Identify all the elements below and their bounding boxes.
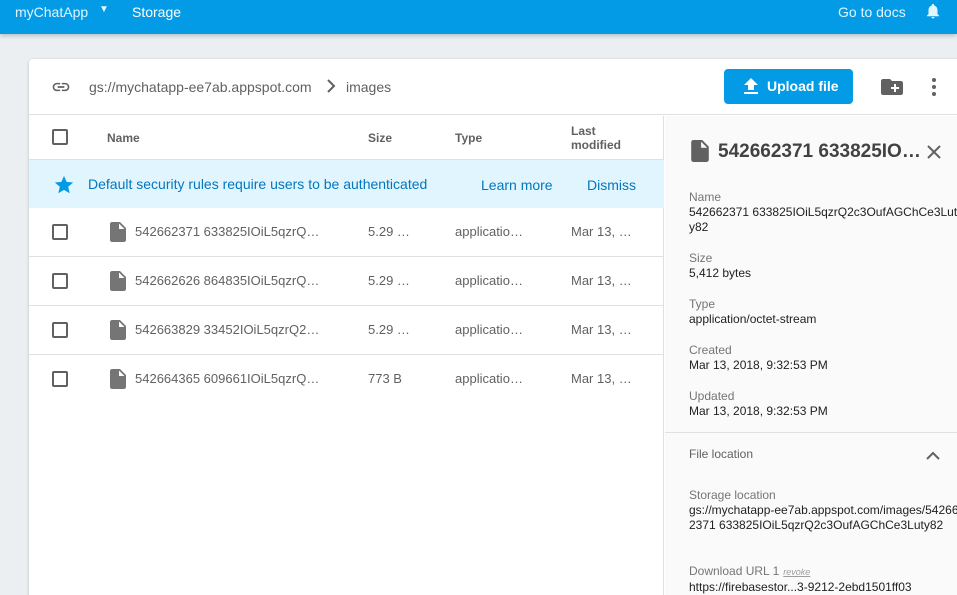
updated-label: Updated — [689, 389, 735, 403]
table-row[interactable]: 542663829 33452IOiL5qzrQ2c3OufAGChCe3Lut… — [29, 306, 664, 355]
file-icon — [691, 140, 709, 162]
breadcrumb-bucket[interactable]: gs://mychatapp-ee7ab.appspot.com — [89, 79, 312, 95]
file-name[interactable]: 542664365 609661IOiL5qzrQ2c3OufAGChCe3Lu… — [135, 371, 320, 386]
bell-icon[interactable] — [924, 2, 942, 20]
dismiss-button[interactable]: Dismiss — [587, 177, 636, 193]
table-header: Name Size Type Last modified — [29, 116, 664, 160]
column-header-name[interactable]: Name — [107, 131, 140, 145]
file-icon — [110, 369, 126, 389]
path-bar: gs://mychatapp-ee7ab.appspot.com images … — [29, 59, 957, 115]
file-size: 5.29 KB — [368, 273, 410, 288]
size-label: Size — [689, 251, 713, 265]
row-checkbox[interactable] — [52, 273, 68, 289]
download-url-value[interactable]: https://firebasestor...3-9212-2ebd1501ff… — [689, 580, 957, 595]
file-type: application/octet-stream — [455, 224, 525, 239]
updated-value: Mar 13, 2018, 9:32:53 PM — [689, 404, 828, 418]
more-options-icon[interactable] — [931, 77, 937, 97]
upload-icon — [744, 78, 758, 94]
link-icon[interactable] — [51, 77, 71, 97]
close-icon[interactable] — [927, 145, 941, 159]
file-type: application/octet-stream — [455, 371, 525, 386]
download-url-label-text: Download URL 1 — [689, 564, 780, 578]
learn-more-link[interactable]: Learn more — [481, 177, 553, 193]
storage-location-value: gs://mychatapp-ee7ab.appspot.com/images/… — [689, 503, 957, 532]
file-modified: Mar 13, 2018 — [571, 322, 635, 337]
file-icon — [110, 271, 126, 291]
row-checkbox[interactable] — [52, 322, 68, 338]
file-detail-panel: 542662371 633825IOiL5qzrQ2c3OufAGChCe3Lu… — [665, 116, 957, 595]
column-header-size[interactable]: Size — [368, 131, 392, 145]
banner-message: Default security rules require users to … — [88, 176, 428, 192]
select-all-checkbox[interactable] — [52, 129, 68, 145]
column-header-type[interactable]: Type — [455, 131, 482, 145]
section-title: Storage — [132, 4, 182, 20]
storage-location-label: Storage location — [689, 488, 776, 502]
file-name[interactable]: 542663829 33452IOiL5qzrQ2c3OufAGChCe3Lut… — [135, 322, 320, 337]
new-folder-icon[interactable] — [881, 78, 903, 96]
project-name[interactable]: myChatApp — [15, 4, 88, 20]
table-row[interactable]: 542662626 864835IOiL5qzrQ2c3OufAGChCe3Lu… — [29, 257, 664, 306]
file-modified: Mar 13, 2018 — [571, 371, 635, 386]
file-modified: Mar 13, 2018 — [571, 273, 635, 288]
download-url-label: Download URL 1 revoke — [689, 564, 810, 578]
file-size: 773 B — [368, 371, 402, 386]
file-icon — [110, 320, 126, 340]
type-label: Type — [689, 297, 716, 311]
go-to-docs-link[interactable]: Go to docs — [838, 4, 906, 20]
detail-title: 542662371 633825IOiL5qzrQ2c3OufAGChCe3Lu… — [718, 141, 923, 162]
file-modified: Mar 13, 2018 — [571, 224, 635, 239]
file-list-pane: Name Size Type Last modified Default sec… — [29, 116, 664, 595]
file-name[interactable]: 542662371 633825IOiL5qzrQ2c3OufAGChCe3Lu… — [135, 224, 320, 239]
security-rules-banner: Default security rules require users to … — [29, 160, 664, 208]
star-icon — [54, 175, 74, 194]
column-header-last-modified[interactable]: Last modified — [571, 124, 627, 152]
row-checkbox[interactable] — [52, 224, 68, 240]
created-value: Mar 13, 2018, 9:32:53 PM — [689, 358, 828, 372]
row-checkbox[interactable] — [52, 371, 68, 387]
name-value: 542662371 633825IOiL5qzrQ2c3OufAGChCe3Lu… — [689, 205, 957, 234]
top-app-bar: myChatApp ▼ Storage Go to docs — [0, 0, 957, 34]
file-name[interactable]: 542662626 864835IOiL5qzrQ2c3OufAGChCe3Lu… — [135, 273, 320, 288]
caret-down-icon[interactable]: ▼ — [99, 4, 109, 15]
file-type: application/octet-stream — [455, 273, 525, 288]
file-icon — [110, 222, 126, 242]
file-size: 5.29 KB — [368, 224, 410, 239]
table-row[interactable]: 542662371 633825IOiL5qzrQ2c3OufAGChCe3Lu… — [29, 208, 664, 257]
chevron-right-icon — [327, 79, 336, 93]
size-value: 5,412 bytes — [689, 266, 752, 280]
storage-card: gs://mychatapp-ee7ab.appspot.com images … — [29, 59, 957, 595]
name-label: Name — [689, 190, 722, 204]
upload-file-label: Upload file — [767, 78, 839, 94]
divider — [665, 432, 957, 433]
upload-file-button[interactable]: Upload file — [724, 69, 853, 104]
created-label: Created — [689, 343, 732, 357]
type-value: application/octet-stream — [689, 312, 817, 326]
file-type: application/octet-stream — [455, 322, 525, 337]
revoke-link[interactable]: revoke — [783, 567, 810, 577]
file-location-header[interactable]: File location — [689, 447, 753, 461]
breadcrumb-folder[interactable]: images — [346, 79, 391, 95]
table-row[interactable]: 542664365 609661IOiL5qzrQ2c3OufAGChCe3Lu… — [29, 355, 664, 404]
file-size: 5.29 KB — [368, 322, 410, 337]
chevron-up-icon[interactable] — [926, 451, 940, 460]
